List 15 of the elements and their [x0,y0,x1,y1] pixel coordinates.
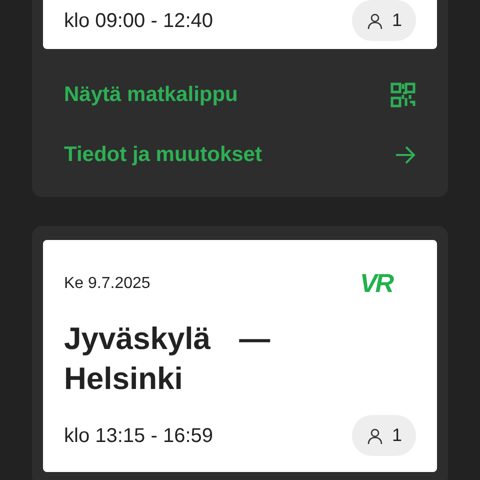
person-icon [366,426,384,444]
passenger-count: 1 [352,415,416,456]
trip-card[interactable]: klo 09:00 - 12:40 1 [43,0,437,49]
time-range: klo 13:15 - 16:59 [64,424,213,448]
vr-logo: VR [360,267,392,300]
qr-code-icon [390,82,416,108]
route-title: Jyväskylä — Helsinki [64,320,272,398]
time-range: klo 09:00 - 12:40 [64,8,213,34]
person-icon [366,12,384,30]
action-link[interactable]: Näytä matkalippu [43,65,437,125]
trip-date: Ke 9.7.2025 [64,274,150,294]
trip-card[interactable]: Ke 9.7.2025 VR Jyväskylä — Helsinki klo 13:15 - 16:59 1 [43,240,437,472]
arrow-right-icon [394,144,416,166]
passenger-count: 1 [352,0,416,41]
action-link[interactable]: Tiedot ja muutokset [43,125,437,185]
